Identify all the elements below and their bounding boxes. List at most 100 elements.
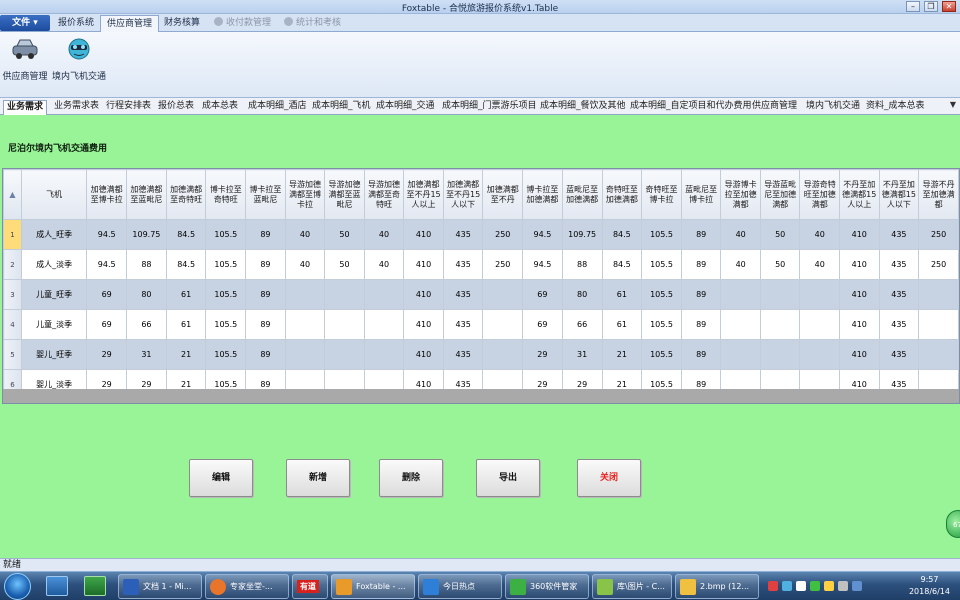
table-cell[interactable]: 89: [245, 279, 286, 310]
floating-badge[interactable]: 67: [946, 510, 960, 538]
table-cell[interactable]: 435: [878, 279, 920, 310]
tab-finance[interactable]: 财务核算: [158, 15, 206, 32]
column-header[interactable]: 导游加德满都至博卡拉: [284, 169, 326, 220]
column-header[interactable]: 蓝毗尼至博卡拉: [680, 169, 722, 220]
table-cell[interactable]: [759, 279, 801, 310]
table-cell[interactable]: 410: [838, 279, 880, 310]
table-cell[interactable]: 105.5: [641, 249, 682, 280]
table-cell[interactable]: [918, 309, 959, 340]
task-explorer[interactable]: 库\图片 - C...: [592, 574, 672, 599]
tab-quotation-system[interactable]: 报价系统: [52, 15, 100, 32]
table-cell[interactable]: 435: [878, 219, 920, 250]
grid-corner[interactable]: ▲: [3, 169, 22, 220]
table-cell[interactable]: 21: [165, 339, 207, 370]
column-header[interactable]: 加德满都至不丹15人以上: [403, 169, 444, 220]
table-cell[interactable]: 61: [601, 279, 643, 310]
table-cell[interactable]: 410: [403, 219, 444, 250]
table-cell[interactable]: 105.5: [641, 219, 682, 250]
tab-domestic-flight[interactable]: 境内飞机交通: [806, 100, 860, 115]
table-cell[interactable]: 50: [759, 249, 801, 280]
table-cell[interactable]: 29: [86, 339, 127, 370]
table-cell[interactable]: [720, 309, 761, 340]
tab-supplier-management[interactable]: 供应商管理: [100, 15, 160, 32]
table-cell[interactable]: 40: [720, 219, 761, 250]
table-cell[interactable]: 435: [442, 309, 484, 340]
column-header[interactable]: 不丹至加德满都15人以下: [878, 169, 920, 220]
table-cell[interactable]: 105.5: [641, 279, 682, 310]
table-cell[interactable]: 109.75: [561, 219, 603, 250]
column-header[interactable]: 导游加德满都至蓝毗尼: [324, 169, 365, 220]
table-row[interactable]: 3 儿童_旺季 69 80 61 105.5 89 410 435 69 80 61 105.5 89 41…: [3, 279, 959, 310]
restore-icon[interactable]: ❐: [924, 1, 938, 12]
table-cell[interactable]: [363, 309, 405, 340]
task-youdao[interactable]: 有道: [292, 574, 328, 599]
table-cell[interactable]: 89: [680, 309, 722, 340]
column-header[interactable]: 导游不丹至加德满都: [918, 169, 959, 220]
desktop-icon[interactable]: [46, 576, 68, 596]
tab-cost-transport[interactable]: 成本明细_交通: [376, 100, 435, 115]
table-cell[interactable]: 435: [878, 339, 920, 370]
table-cell[interactable]: [363, 339, 405, 370]
start-button[interactable]: [4, 573, 31, 600]
table-cell[interactable]: 105.5: [205, 279, 247, 310]
minimize-icon[interactable]: –: [906, 1, 920, 12]
tab-cost-dining[interactable]: 成本明细_餐饮及其他: [540, 100, 626, 115]
table-cell[interactable]: 31: [126, 339, 167, 370]
table-cell[interactable]: 89: [245, 249, 286, 280]
table-cell[interactable]: 儿童_淡季: [20, 309, 88, 340]
table-cell[interactable]: 61: [165, 279, 207, 310]
table-cell[interactable]: 69: [522, 309, 563, 340]
tray-wechat-icon[interactable]: [810, 581, 820, 591]
column-header[interactable]: 加德满都至蓝毗尼: [126, 169, 167, 220]
table-cell[interactable]: [284, 339, 326, 370]
table-cell[interactable]: 94.5: [86, 249, 127, 280]
table-cell[interactable]: 410: [838, 249, 880, 280]
table-cell[interactable]: 儿童_旺季: [20, 279, 88, 310]
table-cell[interactable]: 88: [561, 249, 603, 280]
tray-volume-icon[interactable]: [838, 581, 848, 591]
table-row[interactable]: 1 成人_旺季 94.5 109.75 84.5 105.5 89 40 50 40 410 435 2…: [3, 219, 959, 250]
close-icon[interactable]: ✕: [942, 1, 956, 12]
table-cell[interactable]: 105.5: [205, 309, 247, 340]
table-cell[interactable]: 88: [126, 249, 167, 280]
column-header[interactable]: 加德满都至不丹15人以下: [442, 169, 484, 220]
clock[interactable]: 9:57 2018/6/14: [909, 574, 950, 598]
table-cell[interactable]: [918, 279, 959, 310]
table-cell[interactable]: 410: [403, 279, 444, 310]
tab-cost-custom[interactable]: 成本明细_自定项目和代办费用: [630, 100, 752, 115]
table-cell[interactable]: 105.5: [641, 339, 682, 370]
table-cell[interactable]: 435: [442, 339, 484, 370]
table-cell[interactable]: 成人_淡季: [20, 249, 88, 280]
table-cell[interactable]: 66: [126, 309, 167, 340]
table-cell[interactable]: 84.5: [165, 249, 207, 280]
table-cell[interactable]: 109.75: [126, 219, 167, 250]
task-hot-news[interactable]: 今日热点: [418, 574, 502, 599]
task-firefox[interactable]: 专家坐堂-...: [205, 574, 289, 599]
table-cell[interactable]: 89: [680, 279, 722, 310]
table-cell[interactable]: 250: [918, 249, 959, 280]
table-cell[interactable]: 94.5: [522, 249, 563, 280]
tab-cost-tickets[interactable]: 成本明细_门票游乐项目: [442, 100, 537, 115]
table-cell[interactable]: 50: [324, 249, 365, 280]
column-header[interactable]: 奇特旺至博卡拉: [641, 169, 682, 220]
column-header[interactable]: 导游蓝毗尼至加德满都: [759, 169, 801, 220]
tray-network-icon[interactable]: [782, 581, 792, 591]
table-cell[interactable]: 84.5: [601, 249, 643, 280]
table-cell[interactable]: 105.5: [205, 219, 247, 250]
task-foxtable[interactable]: Foxtable - ...: [331, 574, 415, 599]
table-cell[interactable]: 105.5: [205, 249, 247, 280]
domestic-flight-button[interactable]: 境内飞机交通: [52, 34, 106, 94]
table-cell[interactable]: 31: [561, 339, 603, 370]
table-cell[interactable]: [324, 309, 365, 340]
tray-app-icon[interactable]: [768, 581, 778, 591]
table-cell[interactable]: 94.5: [86, 219, 127, 250]
table-cell[interactable]: [720, 339, 761, 370]
tray-qq-icon[interactable]: [824, 581, 834, 591]
table-cell[interactable]: 410: [403, 249, 444, 280]
task-paint[interactable]: 2.bmp (12...: [675, 574, 759, 599]
table-cell[interactable]: 89: [245, 219, 286, 250]
excel-icon[interactable]: [84, 576, 106, 596]
table-cell[interactable]: 410: [838, 219, 880, 250]
table-cell[interactable]: 婴儿_旺季: [20, 339, 88, 370]
table-cell[interactable]: 250: [482, 219, 524, 250]
